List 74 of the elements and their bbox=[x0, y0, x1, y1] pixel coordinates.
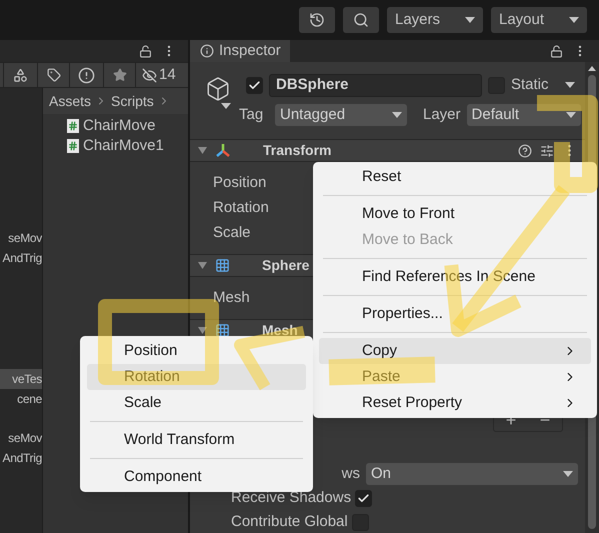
tag-dropdown[interactable]: Untagged bbox=[275, 104, 407, 126]
search-icon bbox=[353, 12, 369, 28]
hierarchy-item[interactable]: seMov bbox=[0, 228, 42, 248]
menu-item[interactable]: Component bbox=[87, 464, 306, 490]
inspector-tab[interactable]: Inspector bbox=[190, 40, 290, 62]
menu-item[interactable]: Find References In Scene bbox=[319, 264, 538, 290]
presets-icon[interactable] bbox=[540, 144, 554, 158]
menu-item[interactable]: Properties... bbox=[319, 301, 445, 327]
dropdown-caret-icon bbox=[465, 17, 475, 23]
receive-shadows-checkbox[interactable] bbox=[355, 490, 372, 506]
breadcrumb-link[interactable]: Assets bbox=[49, 90, 92, 112]
foldout-arrow-icon[interactable] bbox=[198, 147, 207, 154]
script-file-icon bbox=[67, 139, 79, 153]
history-icon bbox=[309, 12, 325, 28]
property-label: Scale bbox=[213, 223, 251, 244]
menu-item[interactable]: Move to Front bbox=[319, 201, 457, 227]
dropdown-caret-icon bbox=[564, 82, 575, 88]
hierarchy-item[interactable]: veTes bbox=[0, 369, 42, 389]
hidden-eye-icon[interactable] bbox=[142, 68, 157, 82]
component-header[interactable]: Transform bbox=[190, 139, 585, 162]
component-title: Transform bbox=[263, 141, 332, 160]
hierarchy-item[interactable]: AndTrig bbox=[0, 448, 42, 468]
foldout-arrow-icon[interactable] bbox=[198, 262, 207, 269]
cube-caret-icon bbox=[221, 103, 231, 109]
layers-dropdown[interactable]: Layers bbox=[387, 7, 483, 33]
menu-item[interactable]: Position bbox=[87, 338, 306, 364]
tag-label: Tag bbox=[239, 104, 264, 125]
search-button[interactable] bbox=[343, 7, 379, 33]
axes-icon bbox=[215, 142, 231, 158]
dropdown-caret-icon bbox=[569, 17, 579, 23]
cast-shadows-dropdown[interactable]: On bbox=[366, 463, 578, 485]
property-label: Rotation bbox=[213, 198, 269, 218]
check-icon bbox=[357, 492, 370, 504]
property-label: Mesh bbox=[213, 288, 250, 308]
layer-dropdown[interactable]: Default bbox=[466, 104, 581, 126]
static-dropdown[interactable]: Static bbox=[511, 74, 575, 96]
hidden-count: 14 bbox=[159, 64, 176, 85]
component-title: Sphere bbox=[262, 256, 310, 275]
property-label: Contribute Global bbox=[231, 513, 348, 531]
active-checkbox[interactable] bbox=[246, 76, 263, 94]
property-label: Receive Shadows bbox=[231, 488, 352, 508]
property-label: Position bbox=[213, 173, 266, 194]
hierarchy-item[interactable]: AndTrig bbox=[0, 248, 42, 268]
scroll-up-icon[interactable] bbox=[588, 66, 596, 71]
favorite-icon[interactable] bbox=[112, 68, 126, 82]
object-name-field[interactable]: DBSphere bbox=[269, 74, 482, 96]
lock-icon[interactable] bbox=[139, 44, 152, 58]
dropdown-caret-icon bbox=[566, 112, 576, 118]
breadcrumb-link[interactable]: Scripts bbox=[111, 90, 154, 112]
mesh-grid-icon bbox=[215, 258, 230, 273]
hierarchy-item[interactable]: cene bbox=[0, 389, 42, 409]
info-icon bbox=[200, 44, 214, 58]
lock-icon[interactable] bbox=[550, 44, 563, 58]
help-icon[interactable] bbox=[518, 144, 532, 158]
cube-icon[interactable] bbox=[205, 76, 231, 102]
menu-item[interactable]: Scale bbox=[87, 390, 306, 416]
hierarchy-item[interactable]: seMov bbox=[0, 428, 42, 448]
tag-icon[interactable] bbox=[46, 68, 60, 82]
foldout-arrow-icon[interactable] bbox=[198, 327, 207, 334]
mesh-grid-icon bbox=[215, 323, 230, 338]
alert-icon[interactable] bbox=[78, 66, 95, 84]
menu-item[interactable]: Copy bbox=[319, 338, 591, 364]
layout-dropdown[interactable]: Layout bbox=[491, 7, 587, 33]
check-icon bbox=[248, 78, 261, 92]
file-name[interactable]: ChairMove1 bbox=[83, 134, 164, 158]
script-file-icon bbox=[67, 119, 79, 133]
menu-item[interactable]: Reset bbox=[319, 164, 404, 190]
file-name[interactable]: ChairMove bbox=[83, 114, 156, 138]
type-filter-icon[interactable] bbox=[13, 68, 28, 82]
layer-label: Layer bbox=[423, 104, 461, 125]
menu-item[interactable]: World Transform bbox=[87, 427, 306, 453]
history-button[interactable] bbox=[299, 7, 335, 33]
dropdown-caret-icon bbox=[392, 112, 402, 118]
dropdown-caret-icon bbox=[563, 471, 573, 477]
